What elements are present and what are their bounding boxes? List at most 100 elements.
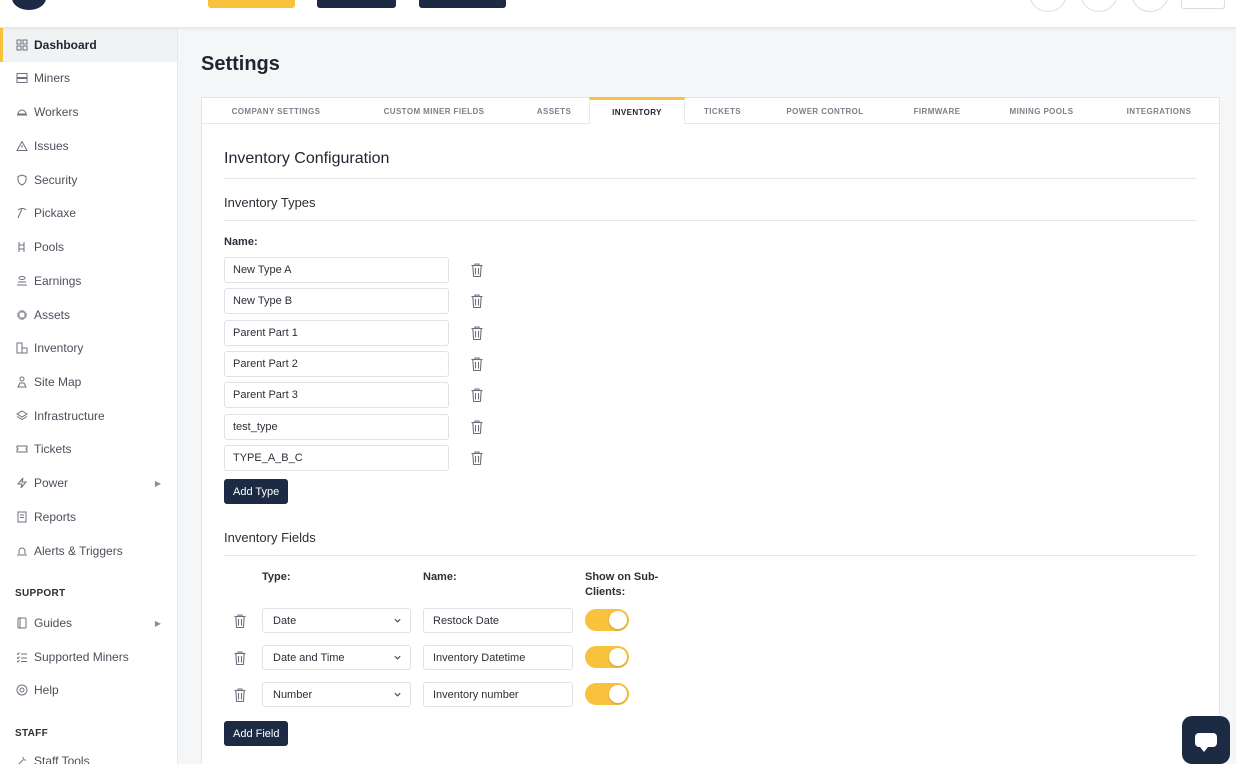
coins-icon [16,275,28,287]
checklist-icon [16,651,28,663]
sidebar-item-assets[interactable]: Assets [0,298,177,332]
pools-icon [16,241,28,253]
toggle-knob [609,685,627,703]
top-icon-button-2[interactable] [1080,0,1118,12]
inventory-fields-heading: Inventory Fields [224,530,316,545]
sidebar-item-site-map[interactable]: Site Map [0,365,177,399]
user-menu-button[interactable] [1181,0,1225,9]
sidebar-item-label: Guides [34,616,73,630]
fields-show-column-label: Show on Sub-Clients: [585,571,659,598]
trash-icon[interactable] [233,613,247,629]
report-icon [16,511,28,523]
tab-tickets[interactable]: TICKETS [685,98,760,124]
sidebar-item-inventory[interactable]: Inventory [0,331,177,365]
sidebar-item-security[interactable]: Security [0,163,177,197]
tab-inventory[interactable]: INVENTORY [589,97,685,124]
chevron-down-icon [393,616,402,625]
sidebar-item-issues[interactable]: Issues [0,129,177,163]
pickaxe-icon [16,207,28,219]
toggle-knob [609,611,627,629]
sidebar-item-label: Alerts & Triggers [34,544,123,558]
field-type-select[interactable]: Date [262,608,411,633]
sidebar-item-infrastructure[interactable]: Infrastructure [0,399,177,433]
top-bar [0,0,1236,28]
trash-icon[interactable] [233,687,247,703]
trash-icon[interactable] [470,419,484,435]
sidebar-section-support: SUPPORT [15,588,66,599]
tools-icon [16,755,28,764]
sidebar-item-miners[interactable]: Miners [0,61,177,95]
show-on-subclients-toggle[interactable] [585,683,629,705]
chat-launcher-button[interactable] [1182,716,1230,764]
company-logo[interactable] [12,0,46,10]
field-name-input[interactable] [423,608,573,633]
shield-icon [16,174,28,186]
top-icon-button-1[interactable] [1029,0,1067,12]
tab-power-control[interactable]: POWER CONTROL [760,98,890,124]
page-title: Settings [201,53,280,75]
trash-icon[interactable] [470,325,484,341]
divider [224,555,1197,556]
tab-assets[interactable]: ASSETS [518,98,590,124]
tab-firmware[interactable]: FIRMWARE [890,98,984,124]
sidebar-item-workers[interactable]: Workers [0,95,177,129]
field-name-input[interactable] [423,645,573,670]
add-field-button[interactable]: Add Field [224,721,289,746]
lifebuoy-icon [16,684,28,696]
helmet-icon [16,106,28,118]
inventory-type-name-input[interactable] [224,350,449,377]
tab-mining-pools[interactable]: MINING POOLS [984,98,1099,124]
trash-icon[interactable] [470,387,484,403]
sidebar-item-reports[interactable]: Reports [0,500,177,534]
sidebar-item-earnings[interactable]: Earnings [0,264,177,298]
show-on-subclients-toggle[interactable] [585,609,629,631]
field-type-select[interactable]: Date and Time [262,645,411,670]
divider [224,220,1197,221]
field-name-input[interactable] [423,682,573,707]
tab-company-settings[interactable]: COMPANY SETTINGS [202,98,350,124]
sidebar-item-pools[interactable]: Pools [0,230,177,264]
top-action-button-primary[interactable] [208,0,295,8]
top-action-button-tertiary[interactable] [419,0,506,8]
trash-icon[interactable] [470,356,484,372]
sidebar-item-label: Assets [34,308,71,322]
sidebar-item-staff-tools[interactable]: Staff Tools [0,744,177,764]
sidebar-item-help[interactable]: Help [0,673,177,707]
bolt-icon [16,477,28,489]
sidebar-item-label: Issues [34,139,69,153]
fields-name-column-label: Name: [423,571,457,583]
sidebar-item-alerts-and-triggers[interactable]: Alerts & Triggers [0,534,177,568]
inventory-type-name-input[interactable] [224,413,449,440]
book-icon [16,617,28,629]
tab-custom-miner-fields[interactable]: CUSTOM MINER FIELDS [350,98,518,124]
top-action-button-secondary[interactable] [317,0,396,8]
trash-icon[interactable] [470,262,484,278]
add-type-button[interactable]: Add Type [224,479,289,504]
sidebar-item-label: Tickets [34,442,72,456]
tab-integrations[interactable]: INTEGRATIONS [1099,98,1219,124]
sidebar-item-pickaxe[interactable]: Pickaxe [0,196,177,230]
sidebar-item-guides[interactable]: Guides ▶ [0,606,177,640]
top-icon-button-3[interactable] [1131,0,1169,12]
inventory-type-name-input[interactable] [224,288,449,315]
show-on-subclients-toggle[interactable] [585,646,629,668]
sidebar-item-power[interactable]: Power ▶ [0,466,177,500]
sidebar-item-label: Workers [34,105,79,119]
inventory-type-name-input[interactable] [224,382,449,409]
settings-card: COMPANY SETTINGS CUSTOM MINER FIELDS ASSET… [201,97,1220,764]
field-type-select[interactable]: Number [262,682,411,707]
sidebar-item-tickets[interactable]: Tickets [0,432,177,466]
sidebar-item-label: Infrastructure [34,409,105,423]
sidebar-item-label: Help [34,683,59,697]
inventory-type-name-input[interactable] [224,319,449,346]
sidebar-item-dashboard[interactable]: Dashboard [0,28,177,62]
sidebar-item-supported-miners[interactable]: Supported Miners [0,640,177,674]
inventory-type-name-input[interactable] [224,444,449,471]
inventory-type-name-input[interactable] [224,257,449,283]
sidebar-item-label: Pools [34,240,65,254]
trash-icon[interactable] [470,450,484,466]
trash-icon[interactable] [233,650,247,666]
trash-icon[interactable] [470,293,484,309]
caret-right-icon: ▶ [154,478,161,488]
sidebar-item-label: Site Map [34,375,82,389]
